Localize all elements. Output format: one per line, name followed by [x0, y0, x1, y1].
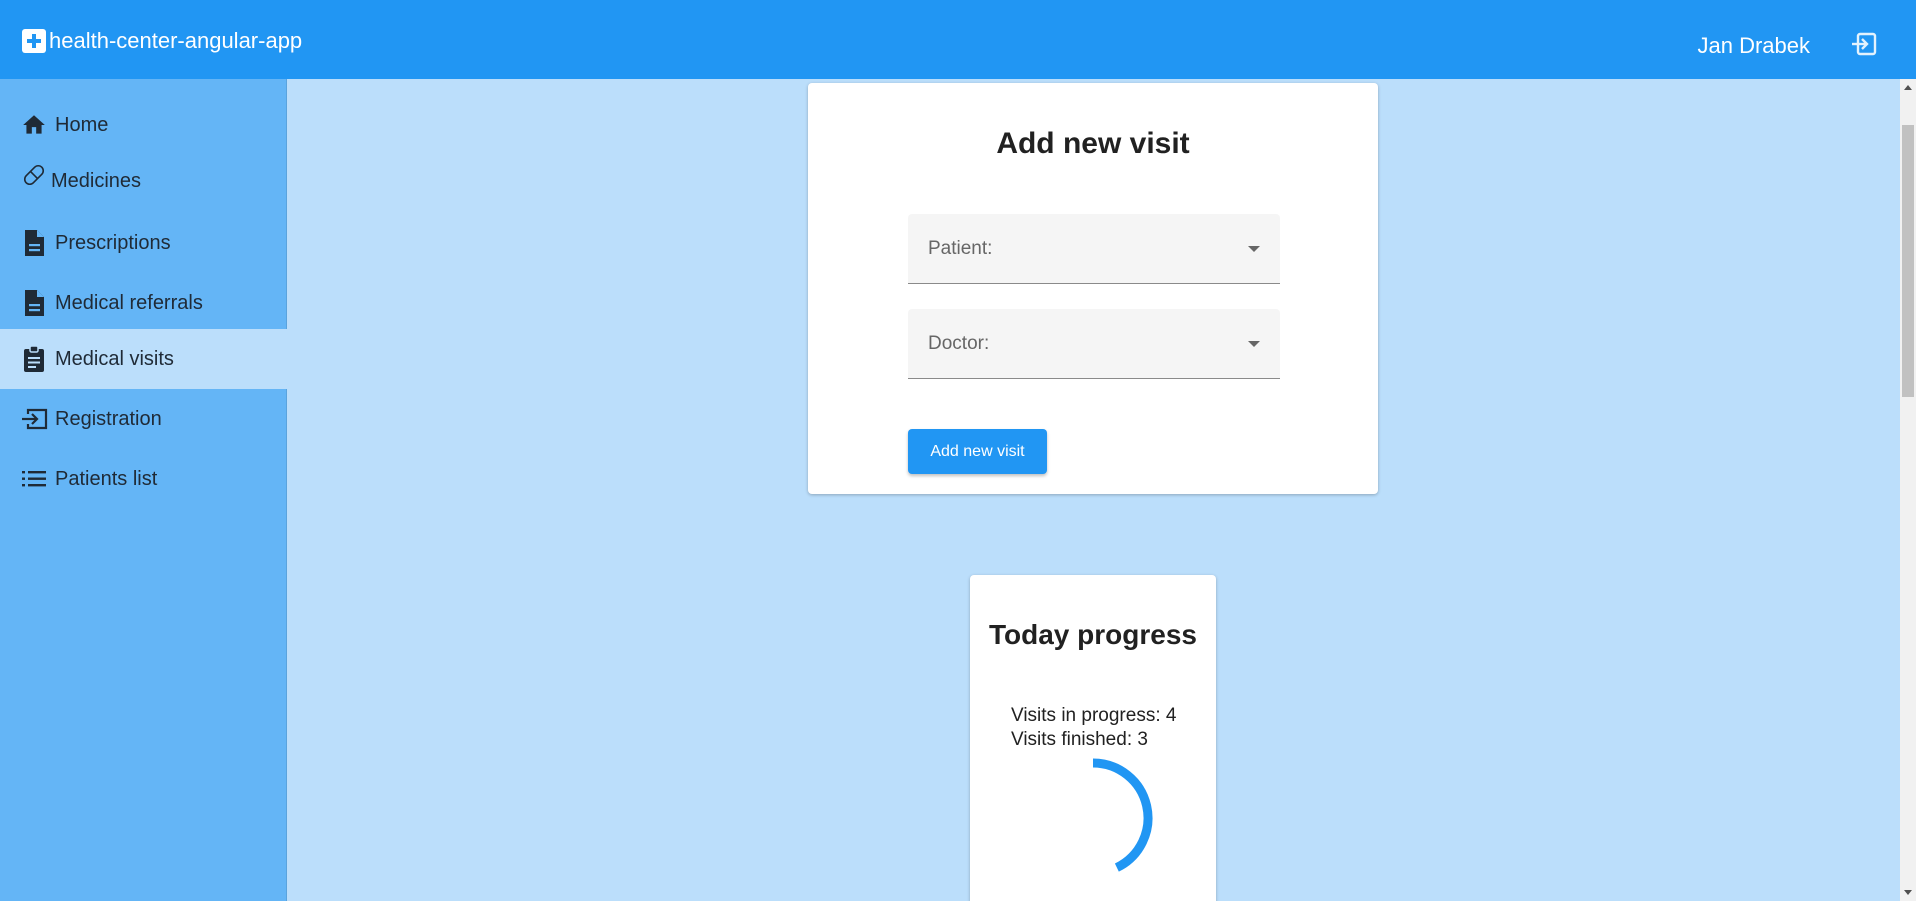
sidebar-item-medicines[interactable]: Medicines	[0, 151, 287, 211]
pill-icon	[20, 161, 48, 189]
doctor-select-placeholder: Doctor:	[928, 333, 990, 354]
sidebar-item-medical-visits[interactable]: Medical visits	[0, 329, 287, 389]
sidebar-item-home[interactable]: Home	[0, 95, 287, 155]
scroll-thumb[interactable]	[1902, 125, 1914, 397]
medical-cross-icon	[22, 29, 46, 53]
add-new-visit-button[interactable]: Add new visit	[908, 429, 1047, 474]
chevron-down-icon	[1248, 341, 1260, 347]
today-progress-card: Today progress Visits in progress: 4 Vis…	[970, 575, 1216, 901]
sidebar-item-label: Medical referrals	[55, 291, 203, 314]
sidebar-item-prescriptions[interactable]: Prescriptions	[0, 213, 287, 273]
sidebar-nav: Home Medicines Prescriptions Medical ref…	[0, 79, 287, 901]
sidebar-item-label: Home	[55, 113, 109, 136]
document-icon	[20, 229, 48, 257]
sidebar-item-label: Medical visits	[55, 347, 174, 370]
app-title: health-center-angular-app	[49, 28, 303, 53]
document-icon	[20, 289, 48, 317]
patient-select-placeholder: Patient:	[928, 238, 993, 259]
today-progress-title: Today progress	[989, 619, 1197, 650]
vertical-scrollbar[interactable]	[1900, 79, 1916, 901]
scroll-up-arrow-icon[interactable]	[1904, 85, 1912, 90]
visits-finished-text: Visits finished: 3	[1011, 729, 1148, 750]
sidebar-item-label: Registration	[55, 407, 162, 430]
login-icon	[20, 405, 48, 433]
sidebar-item-label: Prescriptions	[55, 231, 171, 254]
doctor-select[interactable]: Doctor:	[908, 309, 1280, 379]
list-icon	[20, 465, 48, 493]
sidebar-item-label: Medicines	[51, 169, 142, 192]
add-visit-title: Add new visit	[996, 127, 1190, 160]
sidebar-item-medical-referrals[interactable]: Medical referrals	[0, 273, 287, 333]
home-icon	[20, 111, 48, 139]
visits-in-progress-text: Visits in progress: 4	[1011, 705, 1177, 726]
top-toolbar: health-center-angular-app Jan Drabek	[0, 0, 1916, 79]
brand[interactable]: health-center-angular-app	[22, 28, 302, 54]
sidebar-item-registration[interactable]: Registration	[0, 389, 287, 449]
progress-arc	[1092, 758, 1153, 872]
clipboard-icon	[20, 345, 48, 373]
sidebar-item-label: Patients list	[55, 467, 158, 490]
sidebar-item-patients-list[interactable]: Patients list	[0, 449, 287, 509]
main-content: Add new visit Patient: Doctor: Add new v…	[288, 79, 1900, 901]
scroll-down-arrow-icon[interactable]	[1904, 890, 1912, 895]
logout-icon[interactable]	[1850, 32, 1878, 56]
progress-ring	[1092, 758, 1153, 872]
add-visit-card: Add new visit Patient: Doctor: Add new v…	[808, 83, 1378, 494]
user-name: Jan Drabek	[1697, 33, 1810, 58]
chevron-down-icon	[1248, 246, 1260, 252]
patient-select[interactable]: Patient:	[908, 214, 1280, 284]
